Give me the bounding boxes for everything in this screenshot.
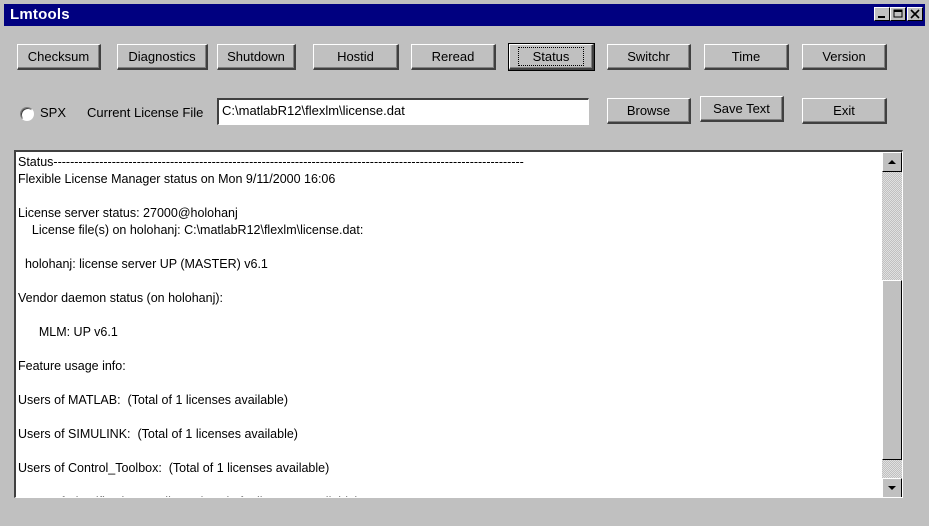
arrow-down-icon (888, 486, 896, 490)
output-line: Feature usage info: (18, 359, 126, 373)
output-line: holohanj: license server UP (MASTER) v6.… (18, 257, 268, 271)
current-license-file-label: Current License File (87, 105, 204, 120)
time-button[interactable]: Time (704, 44, 789, 70)
exit-button[interactable]: Exit (802, 98, 887, 124)
output-line: MLM: UP v6.1 (18, 325, 118, 339)
version-button[interactable]: Version (802, 44, 887, 70)
scrollbar-thumb[interactable] (882, 280, 902, 460)
output-line: Vendor daemon status (on holohanj): (18, 291, 223, 305)
close-icon[interactable] (907, 7, 923, 21)
maximize-icon[interactable] (890, 7, 906, 21)
diagnostics-button[interactable]: Diagnostics (117, 44, 208, 70)
lmtools-window: Lmtools Checksum Diagnostics Shutdown Ho… (0, 0, 929, 526)
spx-radio[interactable] (20, 107, 34, 121)
output-line: License server status: 27000@holohanj (18, 206, 238, 220)
scroll-down-button[interactable] (882, 478, 902, 497)
output-line: Users of SIMULINK: (Total of 1 licenses … (18, 427, 298, 441)
status-label: Status (517, 47, 585, 66)
window-title: Lmtools (10, 6, 70, 23)
output-line: License file(s) on holohanj: C:\matlabR1… (18, 223, 364, 237)
checksum-label: Checksum (27, 49, 90, 64)
save-text-button[interactable]: Save Text (700, 96, 784, 122)
diagnostics-label: Diagnostics (128, 49, 196, 64)
reread-button[interactable]: Reread (411, 44, 496, 70)
title-bar[interactable]: Lmtools (4, 4, 925, 26)
output-line: Users of Control_Toolbox: (Total of 1 li… (18, 461, 330, 475)
shutdown-button[interactable]: Shutdown (217, 44, 296, 70)
time-label: Time (731, 49, 761, 64)
switchr-button[interactable]: Switchr (607, 44, 691, 70)
arrow-up-icon (888, 160, 896, 164)
browse-label: Browse (626, 103, 671, 118)
switchr-label: Switchr (627, 49, 670, 64)
reread-label: Reread (431, 49, 475, 64)
version-label: Version (822, 49, 866, 64)
status-output-text: Status----------------------------------… (18, 154, 878, 497)
spx-label: SPX (40, 105, 67, 120)
output-line: Users of MATLAB: (Total of 1 licenses av… (18, 393, 289, 407)
vertical-scrollbar[interactable] (882, 152, 902, 497)
save-text-label: Save Text (713, 101, 770, 116)
output-line: Users of Identification_Toolbox: (Total … (18, 494, 878, 497)
hostid-label: Hostid (337, 49, 374, 64)
scroll-up-button[interactable] (882, 152, 902, 172)
exit-label: Exit (833, 103, 855, 118)
status-output-area[interactable]: Status----------------------------------… (14, 150, 903, 498)
hostid-button[interactable]: Hostid (313, 44, 399, 70)
status-button[interactable]: Status (508, 43, 595, 71)
shutdown-label: Shutdown (227, 49, 285, 64)
checksum-button[interactable]: Checksum (17, 44, 101, 70)
minimize-icon[interactable] (874, 7, 890, 21)
browse-button[interactable]: Browse (607, 98, 691, 124)
license-file-input[interactable]: C:\matlabR12\flexlm\license.dat (217, 98, 589, 125)
output-line: Status----------------------------------… (18, 155, 524, 169)
output-line: Flexible License Manager status on Mon 9… (18, 172, 336, 186)
